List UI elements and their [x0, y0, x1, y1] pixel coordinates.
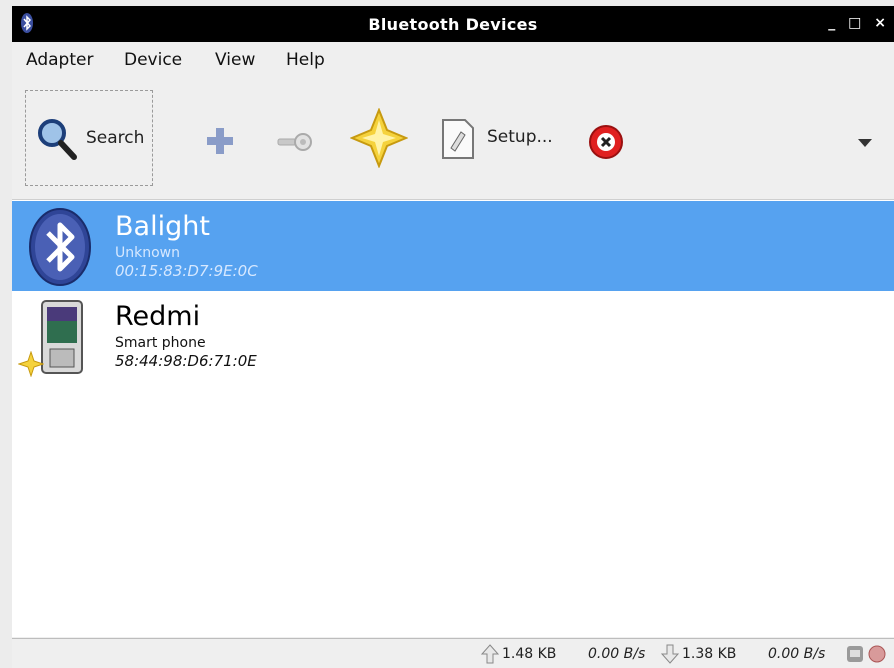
window-title: Bluetooth Devices — [368, 15, 538, 34]
status-bar: 1.48 KB 0.00 B/s 1.38 KB 0.00 B/s — [12, 638, 894, 668]
device-address: 00:15:83:D7:9E:0C — [115, 262, 258, 280]
window-controls: _ □ × — [828, 15, 894, 31]
device-row-balight[interactable]: Balight Unknown 00:15:83:D7:9E:0C — [12, 201, 894, 291]
device-list: Balight Unknown 00:15:83:D7:9E:0C Redmi … — [12, 199, 894, 637]
minimize-button[interactable]: _ — [828, 15, 835, 31]
dropdown-arrow-icon[interactable] — [857, 138, 873, 148]
maximize-button[interactable]: □ — [848, 15, 861, 31]
title-bar[interactable]: Bluetooth Devices _ □ × — [12, 6, 894, 42]
phone-icon — [41, 300, 83, 374]
bluetooth-icon — [29, 208, 91, 286]
download-total: 1.38 KB — [682, 646, 737, 662]
close-button[interactable]: × — [874, 15, 886, 31]
add-device-icon[interactable] — [205, 126, 235, 156]
toolbar: Search Setup... — [12, 86, 894, 190]
setup-button[interactable]: Setup... — [487, 127, 553, 147]
bluetooth-devices-window: Bluetooth Devices _ □ × Adapter Device V… — [12, 6, 894, 668]
upload-rate: 0.00 B/s — [588, 646, 646, 662]
search-icon — [38, 119, 77, 160]
device-name: Balight — [115, 211, 210, 242]
status-error-icon — [868, 645, 886, 663]
search-button[interactable]: Search — [25, 90, 153, 186]
trust-star-icon[interactable] — [350, 108, 408, 168]
setup-icon[interactable] — [439, 118, 475, 160]
status-device-icon — [847, 646, 863, 662]
download-arrow-icon — [660, 644, 680, 664]
device-type: Unknown — [115, 245, 180, 261]
menu-bar: Adapter Device View Help — [12, 46, 894, 76]
device-name: Redmi — [115, 301, 201, 332]
device-type: Smart phone — [115, 335, 206, 351]
upload-total: 1.48 KB — [502, 646, 557, 662]
device-row-redmi[interactable]: Redmi Smart phone 58:44:98:D6:71:0E — [12, 291, 894, 381]
upload-arrow-icon — [480, 644, 500, 664]
device-address: 58:44:98:D6:71:0E — [115, 352, 257, 370]
search-label: Search — [86, 128, 145, 148]
menu-adapter[interactable]: Adapter — [26, 50, 93, 70]
trusted-star-icon — [18, 351, 44, 377]
menu-help[interactable]: Help — [286, 50, 325, 70]
download-rate: 0.00 B/s — [768, 646, 826, 662]
menu-view[interactable]: View — [215, 50, 255, 70]
menu-device[interactable]: Device — [124, 50, 182, 70]
pair-key-icon[interactable] — [277, 132, 313, 152]
remove-icon[interactable] — [588, 124, 624, 160]
